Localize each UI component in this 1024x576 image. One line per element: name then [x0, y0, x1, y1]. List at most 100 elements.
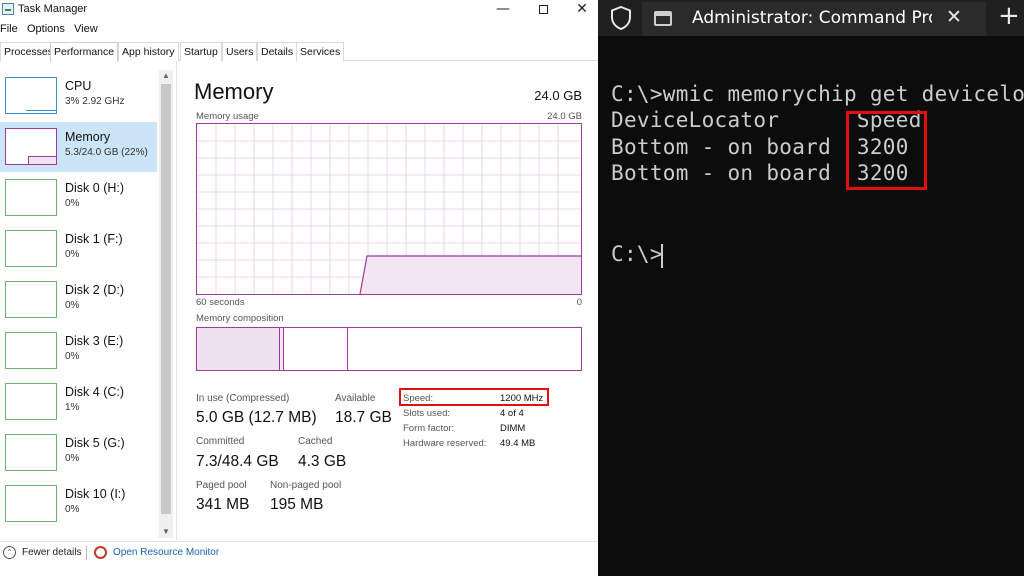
window-title: Task Manager [18, 3, 88, 15]
sidebar-item-value: 0% [65, 198, 80, 209]
tab-app-history[interactable]: App history [118, 42, 179, 61]
panel-divider [176, 62, 177, 540]
disk-thumbnail-graph [5, 179, 57, 216]
sidebar-item-disk-3[interactable]: Disk 3 (E:) 0% [0, 326, 157, 376]
composition-standby-segment[interactable] [284, 328, 348, 370]
tab-bar: Processes Performance App history Startu… [0, 42, 598, 62]
tab-processes[interactable]: Processes [0, 42, 58, 61]
footer: ⌃ Fewer details Open Resource Monitor [0, 541, 598, 576]
page-title: Memory [194, 79, 274, 104]
sidebar-item-disk-2[interactable]: Disk 2 (D:) 0% [0, 275, 157, 325]
committed-label: Committed [196, 436, 245, 447]
speed-highlight-box [399, 388, 549, 406]
tab-close-icon[interactable]: ✕ [946, 6, 962, 28]
close-button[interactable]: ✕ [563, 0, 598, 20]
graph-axis-left-label: 60 seconds [196, 297, 245, 308]
sidebar-item-memory[interactable]: Memory 5.3/24.0 GB (22%) [0, 122, 157, 172]
memory-usage-label: Memory usage [196, 111, 259, 122]
disk-thumbnail-graph [5, 434, 57, 471]
command-prompt-icon [654, 11, 672, 26]
hardware-reserved-label: Hardware reserved: [403, 438, 487, 449]
available-label: Available [335, 393, 376, 404]
scroll-down-arrow-icon[interactable]: ▼ [159, 526, 173, 538]
sidebar-item-value: 3% 2.92 GHz [65, 96, 125, 107]
terminal-cursor [661, 244, 663, 268]
maximize-icon [538, 5, 548, 14]
memory-usage-graph-svg [197, 124, 581, 294]
tab-services[interactable]: Services [296, 42, 345, 61]
memory-thumbnail-graph [5, 128, 57, 165]
sidebar-item-label: Disk 4 (C:) [65, 385, 125, 399]
memory-usage-max: 24.0 GB [547, 111, 582, 122]
menu-options[interactable]: Options [27, 23, 65, 35]
scroll-up-arrow-icon[interactable]: ▲ [159, 70, 173, 82]
open-resource-monitor-link[interactable]: Open Resource Monitor [113, 547, 219, 558]
disk-thumbnail-graph [5, 230, 57, 267]
paged-pool-value: 341 MB [196, 496, 250, 513]
slots-used-value: 4 of 4 [500, 408, 524, 419]
paged-pool-label: Paged pool [196, 480, 247, 491]
disk-thumbnail-graph [5, 485, 57, 522]
tab-startup[interactable]: Startup [180, 42, 222, 61]
form-factor-value: DIMM [500, 423, 526, 434]
sidebar-item-value: 0% [65, 453, 80, 464]
non-paged-pool-label: Non-paged pool [270, 480, 342, 491]
sidebar-item-disk-1[interactable]: Disk 1 (F:) 0% [0, 224, 157, 274]
cached-label: Cached [298, 436, 333, 447]
composition-in-use-segment[interactable] [197, 328, 280, 370]
footer-separator [86, 546, 87, 560]
sidebar-item-disk-0[interactable]: Disk 0 (H:) 0% [0, 173, 157, 223]
committed-value: 7.3/48.4 GB [196, 453, 279, 470]
menu-file[interactable]: File [0, 23, 18, 35]
tab-details[interactable]: Details [257, 42, 298, 61]
terminal-tab-bar: Administrator: Command Prom ✕ + [598, 0, 1024, 36]
cached-value: 4.3 GB [298, 453, 347, 470]
in-use-label: In use (Compressed) [196, 393, 290, 404]
scrollbar-thumb[interactable] [161, 84, 171, 514]
memory-composition-label: Memory composition [196, 313, 284, 324]
new-tab-button[interactable]: + [998, 1, 1020, 31]
memory-composition-bar [196, 327, 582, 371]
terminal-line-prompt[interactable]: C:\> [611, 242, 663, 266]
slots-used-label: Slots used: [403, 408, 450, 419]
terminal-window: Administrator: Command Prom ✕ + C:\>wmic… [598, 0, 1024, 576]
speed-column-highlight-box [846, 111, 927, 190]
sidebar-item-label: Disk 10 (I:) [65, 487, 126, 501]
sidebar-item-disk-5[interactable]: Disk 5 (G:) 0% [0, 428, 157, 478]
disk-thumbnail-graph [5, 332, 57, 369]
task-manager-icon [2, 3, 14, 15]
disk-thumbnail-graph [5, 281, 57, 318]
memory-total: 24.0 GB [534, 88, 582, 103]
sidebar-item-label: Disk 0 (H:) [65, 181, 125, 195]
sidebar-item-value: 0% [65, 300, 80, 311]
memory-panel: Memory 24.0 GB Memory usage 24.0 GB 60 s… [180, 62, 598, 540]
performance-sidebar: CPU 3% 2.92 GHz Memory 5.3/24.0 GB (22%)… [0, 70, 174, 538]
memory-usage-graph [196, 123, 582, 295]
sidebar-item-disk-10[interactable]: Disk 10 (I:) 0% [0, 479, 157, 529]
sidebar-item-cpu[interactable]: CPU 3% 2.92 GHz [0, 71, 157, 121]
sidebar-item-label: Disk 3 (E:) [65, 334, 124, 348]
sidebar-scrollbar[interactable]: ▲ ▼ [159, 70, 173, 538]
menu-view[interactable]: View [74, 23, 98, 35]
terminal-tab-title: Administrator: Command Prom [692, 8, 932, 28]
resource-monitor-icon[interactable] [94, 546, 107, 559]
sidebar-item-label: CPU [65, 79, 92, 93]
shield-icon [611, 5, 631, 31]
terminal-line-command: C:\>wmic memorychip get devicelocator, s… [611, 82, 1024, 106]
fewer-details-button[interactable]: Fewer details [22, 547, 81, 558]
available-value: 18.7 GB [335, 409, 392, 426]
tab-performance[interactable]: Performance [50, 42, 119, 62]
maximize-button[interactable] [524, 0, 562, 20]
task-manager-window: Task Manager — ✕ File Options View Proce… [0, 0, 598, 576]
tab-users[interactable]: Users [222, 42, 258, 61]
sidebar-item-label: Disk 2 (D:) [65, 283, 125, 297]
chevron-up-icon[interactable]: ⌃ [3, 546, 16, 559]
cpu-thumbnail-graph [5, 77, 57, 114]
hardware-reserved-value: 49.4 MB [500, 438, 536, 449]
minimize-button[interactable]: — [484, 0, 522, 20]
sidebar-item-label: Disk 1 (F:) [65, 232, 123, 246]
graph-axis-right-label: 0 [576, 297, 582, 308]
sidebar-item-disk-4[interactable]: Disk 4 (C:) 1% [0, 377, 157, 427]
memory-usage-area [360, 256, 581, 294]
terminal-tab[interactable]: Administrator: Command Prom ✕ [642, 2, 986, 36]
